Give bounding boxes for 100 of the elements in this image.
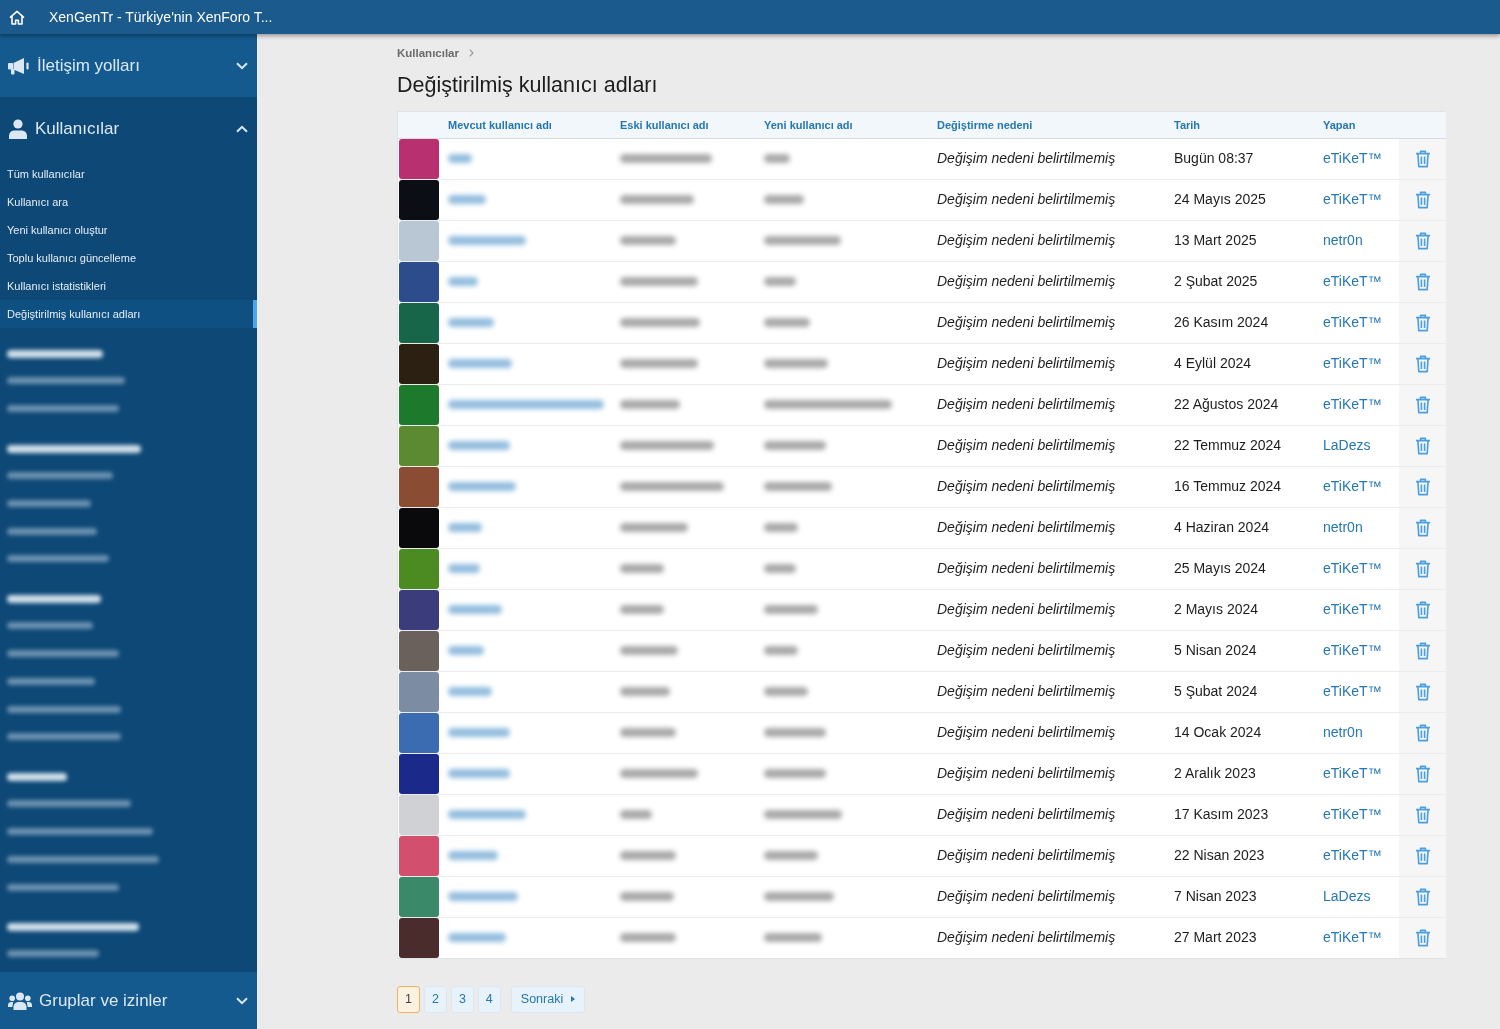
reason-cell: Değişim nedeni belirtilmemiş: [928, 343, 1165, 384]
user-link[interactable]: eTiKeT™: [1323, 355, 1382, 371]
blurred-username[interactable]: [448, 892, 518, 901]
avatar-placeholder[interactable]: [399, 589, 439, 630]
delete-button[interactable]: [1399, 179, 1446, 220]
date-cell: 26 Kasım 2024: [1165, 302, 1314, 343]
blurred-username[interactable]: [448, 441, 510, 450]
blurred-username[interactable]: [448, 318, 494, 327]
user-link[interactable]: netr0n: [1323, 519, 1363, 535]
avatar-placeholder[interactable]: [399, 261, 439, 302]
trash-icon: [1414, 395, 1431, 414]
blurred-username[interactable]: [448, 933, 506, 943]
delete-button[interactable]: [1399, 261, 1446, 302]
delete-button[interactable]: [1399, 876, 1446, 917]
blurred-username: [764, 769, 826, 778]
reason-cell: Değişim nedeni belirtilmemiş: [928, 794, 1165, 835]
user-link[interactable]: eTiKeT™: [1323, 601, 1382, 617]
breadcrumb-link[interactable]: Kullanıcılar: [397, 46, 459, 60]
avatar-placeholder[interactable]: [399, 179, 439, 220]
user-link[interactable]: eTiKeT™: [1323, 765, 1382, 781]
delete-button[interactable]: [1399, 138, 1446, 179]
blurred-username[interactable]: [448, 769, 510, 778]
delete-button[interactable]: [1399, 630, 1446, 671]
user-link[interactable]: eTiKeT™: [1323, 847, 1382, 863]
delete-button[interactable]: [1399, 917, 1446, 958]
trash-icon: [1414, 149, 1431, 168]
blurred-username[interactable]: [448, 400, 604, 409]
delete-button[interactable]: [1399, 343, 1446, 384]
user-link[interactable]: eTiKeT™: [1323, 560, 1382, 576]
blurred-username[interactable]: [448, 646, 484, 655]
date-cell: 25 Mayıs 2024: [1165, 548, 1314, 589]
delete-button[interactable]: [1399, 548, 1446, 589]
sidebar-link[interactable]: Değiştirilmiş kullanıcı adları: [0, 300, 257, 328]
delete-button[interactable]: [1399, 507, 1446, 548]
delete-button[interactable]: [1399, 794, 1446, 835]
sidebar-link[interactable]: Tüm kullanıcılar: [0, 160, 257, 188]
blurred-username[interactable]: [448, 523, 482, 532]
page-button[interactable]: 3: [450, 985, 474, 1013]
user-link[interactable]: LaDezs: [1323, 888, 1371, 904]
delete-button[interactable]: [1399, 835, 1446, 876]
blurred-username[interactable]: [448, 564, 480, 573]
delete-button[interactable]: [1399, 466, 1446, 507]
user-link[interactable]: LaDezs: [1323, 437, 1371, 453]
trash-icon: [1414, 559, 1431, 578]
delete-button[interactable]: [1399, 753, 1446, 794]
reason-cell: Değişim nedeni belirtilmemiş: [928, 302, 1165, 343]
reason-cell: Değişim nedeni belirtilmemiş: [928, 671, 1165, 712]
sidebar-link[interactable]: Kullanıcı ara: [0, 188, 257, 216]
user-link[interactable]: eTiKeT™: [1323, 273, 1382, 289]
blurred-username[interactable]: [448, 359, 512, 368]
blurred-username[interactable]: [448, 605, 502, 614]
delete-button[interactable]: [1399, 671, 1446, 712]
sidebar-link[interactable]: Toplu kullanıcı güncelleme: [0, 244, 257, 272]
avatar-placeholder[interactable]: [399, 917, 439, 958]
user-link[interactable]: netr0n: [1323, 232, 1363, 248]
delete-button[interactable]: [1399, 220, 1446, 261]
home-icon[interactable]: [9, 9, 25, 25]
user-link[interactable]: eTiKeT™: [1323, 314, 1382, 330]
page-button[interactable]: 1: [397, 985, 420, 1013]
reason-cell: Değişim nedeni belirtilmemiş: [928, 548, 1165, 589]
blurred-username: [764, 154, 790, 163]
blurred-username[interactable]: [448, 810, 526, 819]
next-page-button[interactable]: Sonraki: [510, 985, 586, 1013]
user-link[interactable]: eTiKeT™: [1323, 806, 1382, 822]
blurred-username[interactable]: [448, 195, 486, 204]
blurred-username[interactable]: [448, 154, 472, 163]
blurred-username: [764, 728, 826, 737]
blurred-username: [620, 810, 652, 819]
delete-button[interactable]: [1399, 384, 1446, 425]
delete-button[interactable]: [1399, 589, 1446, 630]
blurred-username[interactable]: [448, 236, 526, 245]
sidebar-section-toggle[interactable]: Gruplar ve izinler: [0, 972, 257, 1029]
delete-button[interactable]: [1399, 712, 1446, 753]
reason-cell: Değişim nedeni belirtilmemiş: [928, 753, 1165, 794]
site-title[interactable]: XenGenTr - Türkiye'nin XenForo T...: [49, 6, 273, 28]
page-button[interactable]: 2: [423, 985, 447, 1013]
delete-button[interactable]: [1399, 302, 1446, 343]
avatar-placeholder[interactable]: [399, 507, 439, 548]
user-link[interactable]: eTiKeT™: [1323, 150, 1382, 166]
blurred-username[interactable]: [448, 687, 492, 696]
blurred-username[interactable]: [448, 277, 478, 286]
user-link[interactable]: eTiKeT™: [1323, 478, 1382, 494]
reason-cell: Değişim nedeni belirtilmemiş: [928, 179, 1165, 220]
avatar-placeholder[interactable]: [399, 343, 439, 384]
page-button[interactable]: 4: [477, 985, 501, 1013]
sidebar-link[interactable]: Kullanıcı istatistikleri: [0, 272, 257, 300]
sidebar-link[interactable]: Yeni kullanıcı oluştur: [0, 216, 257, 244]
delete-button[interactable]: [1399, 425, 1446, 466]
user-link[interactable]: eTiKeT™: [1323, 683, 1382, 699]
blurred-username[interactable]: [448, 851, 498, 860]
sidebar-section-toggle[interactable]: İletişim yolları: [0, 34, 257, 97]
blurred-username[interactable]: [448, 482, 516, 491]
user-link[interactable]: eTiKeT™: [1323, 191, 1382, 207]
date-cell: Bugün 08:37: [1165, 138, 1314, 179]
user-link[interactable]: netr0n: [1323, 724, 1363, 740]
user-link[interactable]: eTiKeT™: [1323, 642, 1382, 658]
user-link[interactable]: eTiKeT™: [1323, 929, 1382, 946]
user-link[interactable]: eTiKeT™: [1323, 396, 1382, 412]
avatar-placeholder[interactable]: [399, 753, 439, 794]
blurred-username[interactable]: [448, 728, 510, 737]
